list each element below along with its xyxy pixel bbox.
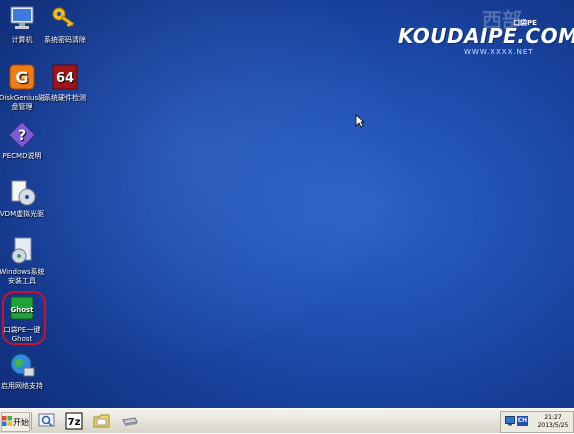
7zip-icon[interactable]: 7z — [65, 412, 83, 430]
desktop-icon-pecmd-help[interactable]: ? PECMD说明 — [0, 120, 48, 161]
windows-setup-icon — [7, 236, 37, 266]
desktop-icon-label: VDM虚拟光驱 — [0, 210, 45, 218]
hardware-64-icon: 64 — [50, 62, 80, 92]
desktop-icon-password-clear[interactable]: 系统密码清除 — [39, 4, 91, 45]
start-button[interactable]: 开始 — [1, 412, 30, 432]
hw-badge-text: 64 — [56, 71, 74, 86]
koudaipe-logo: 口袋PE KOUDAIPE.COM WWW.XXXX.NET — [398, 18, 574, 68]
desktop-icon-label: PECMD说明 — [2, 152, 42, 160]
drive-icon[interactable] — [121, 412, 139, 430]
computer-icon — [7, 4, 37, 34]
display-icon[interactable] — [505, 416, 515, 428]
desktop-icon-label: 系统密码清除 — [44, 36, 86, 44]
svg-text:G: G — [15, 68, 28, 87]
network-icon — [7, 350, 37, 380]
ghost-icon: Ghost — [7, 294, 37, 324]
key-icon — [50, 4, 80, 34]
windows-logo-icon — [2, 416, 12, 428]
taskbar-separator — [31, 412, 32, 430]
desktop-icon-label: Windows系统安装工具 — [0, 268, 45, 285]
desktop-sheen — [0, 0, 400, 360]
tray-time[interactable]: 21:27 — [533, 414, 573, 421]
desktop-icon-network[interactable]: 启用网络支持 — [0, 350, 48, 391]
tray-date[interactable]: 2013/5/25 — [533, 422, 573, 429]
desktop-icon-label: 口袋PE一键Ghost — [3, 326, 41, 343]
zip-badge-text: 7z — [68, 417, 81, 428]
mouse-cursor-icon — [355, 113, 366, 132]
ch-icon[interactable]: CH — [517, 416, 528, 426]
desktop-icon-windows-setup[interactable]: Windows系统安装工具 — [0, 236, 48, 286]
desktop-icon-hardware-check[interactable]: 64 系统硬件检测 — [39, 62, 91, 103]
desktop-icon-label: 系统硬件检测 — [44, 94, 86, 102]
logo-main-text: KOUDAIPE.COM — [398, 24, 574, 48]
desktop-icon-vdm[interactable]: VDM虚拟光驱 — [0, 178, 48, 219]
ghost-badge-text: Ghost — [10, 306, 34, 314]
logo-url-text: WWW.XXXX.NET — [464, 48, 534, 56]
virtual-drive-icon — [7, 178, 37, 208]
taskbar: 开始 7z CH 21:27 2013/5/25 — [0, 408, 574, 433]
magnifier-icon[interactable] — [38, 412, 56, 430]
start-label: 开始 — [13, 417, 29, 427]
svg-text:?: ? — [18, 128, 26, 144]
folder-icon[interactable] — [93, 412, 111, 430]
desktop-icon-label: 启用网络支持 — [1, 382, 43, 390]
desktop[interactable]: 西部 口袋PE KOUDAIPE.COM WWW.XXXX.NET 计算机 系统… — [0, 0, 574, 408]
desktop-icon-ghost[interactable]: Ghost 口袋PE一键Ghost — [0, 294, 48, 344]
diskgenius-icon: G — [7, 62, 37, 92]
help-icon: ? — [7, 120, 37, 150]
system-tray: CH 21:27 2013/5/25 — [500, 411, 574, 433]
